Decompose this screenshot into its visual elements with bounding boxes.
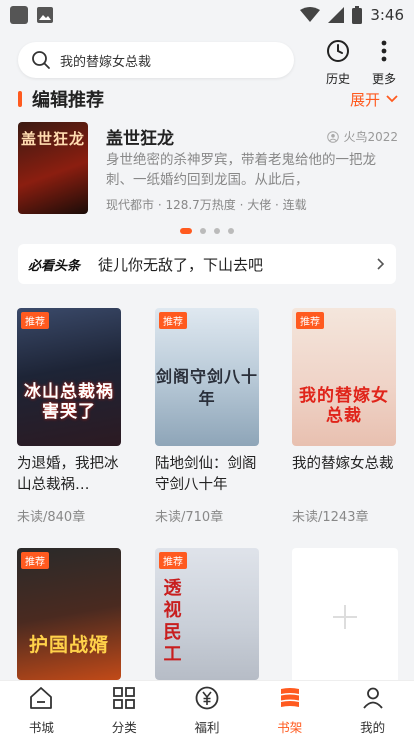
book-title: 为退婚，我把冰山总裁祸… xyxy=(17,456,119,493)
book-progress: 未读/1243章 xyxy=(292,510,369,525)
tab-label: 分类 xyxy=(111,720,137,735)
status-bar: 3:46 xyxy=(0,0,414,30)
battery-icon xyxy=(352,6,363,24)
tab-label: 我的 xyxy=(360,720,386,735)
search-placeholder: 我的替嫁女总裁 xyxy=(60,54,152,70)
history-button[interactable]: 历史 xyxy=(316,38,360,87)
tab-profile[interactable]: 我的 xyxy=(331,681,414,736)
chevron-right-icon xyxy=(377,258,385,270)
headline-text: 徒儿你无敌了，下山去吧 xyxy=(98,255,264,274)
plus-icon xyxy=(333,605,357,629)
more-vertical-icon xyxy=(381,40,387,62)
book-cover[interactable]: 推荐 护国战婿 xyxy=(17,548,121,680)
image-icon xyxy=(37,7,53,23)
tab-categories[interactable]: 分类 xyxy=(83,681,166,736)
featured-meta: 现代都市 · 128.7万热度 · 大佬 · 连载 xyxy=(106,198,307,212)
carousel-dot[interactable] xyxy=(228,228,234,234)
add-book-button[interactable] xyxy=(292,548,398,686)
section-title: 编辑推荐 xyxy=(32,90,104,111)
book-card[interactable]: 推荐 护国战婿 xyxy=(17,548,123,680)
book-title: 我的替嫁女总裁 xyxy=(292,456,394,472)
status-time: 3:46 xyxy=(370,6,404,24)
user-icon xyxy=(327,130,340,143)
tab-label: 福利 xyxy=(194,720,220,735)
book-cover[interactable]: 推荐 我的替嫁女总裁 xyxy=(292,308,396,446)
chevron-down-icon xyxy=(386,95,398,103)
featured-author-name: 火鸟2022 xyxy=(343,130,398,144)
book-cover[interactable]: 推荐 剑阁守剑八十年 xyxy=(155,308,259,446)
recommend-badge: 推荐 xyxy=(21,312,49,329)
expand-button[interactable]: 展开 xyxy=(350,89,398,110)
headline-brand: 必看头条 xyxy=(28,258,81,274)
recommend-badge: 推荐 xyxy=(159,552,187,569)
search-icon xyxy=(32,51,50,69)
signal-icon xyxy=(328,7,345,23)
profile-icon xyxy=(362,687,383,709)
headline-banner[interactable]: 必看头条 徒儿你无敌了，下山去吧 xyxy=(18,244,396,284)
search-bar[interactable]: 我的替嫁女总裁 xyxy=(18,42,294,78)
expand-label: 展开 xyxy=(349,90,380,109)
tab-bookstore[interactable]: 书城 xyxy=(0,681,83,736)
grid-icon xyxy=(113,687,136,709)
more-label: 更多 xyxy=(371,72,396,86)
book-cover[interactable]: 推荐 冰山总裁祸害哭了 xyxy=(17,308,121,446)
book-cover[interactable]: 推荐 透视民工 xyxy=(155,548,259,680)
book-cover-title: 我的替嫁女总裁 xyxy=(299,386,389,426)
featured-cover-title: 盖世狂龙 xyxy=(20,130,85,148)
book-card[interactable]: 推荐 冰山总裁祸害哭了 为退婚，我把冰山总裁祸… 未读/840章 xyxy=(17,308,123,525)
book-card[interactable]: 推荐 透视民工 xyxy=(155,548,261,680)
recommend-badge: 推荐 xyxy=(159,312,187,329)
clock-icon xyxy=(327,40,349,62)
book-title: 陆地剑仙：剑阁守剑八十年 xyxy=(155,456,257,493)
wifi-icon xyxy=(300,7,321,22)
featured-author: 火鸟2022 xyxy=(327,128,398,145)
history-label: 历史 xyxy=(325,72,350,86)
featured-description: 身世绝密的杀神罗宾，带着老鬼给他的一把龙刺、一纸婚约回到龙国。从此后， xyxy=(106,152,376,188)
bookshelf-icon xyxy=(280,688,299,707)
book-progress: 未读/710章 xyxy=(155,510,224,525)
featured-cover[interactable]: 盖世狂龙 xyxy=(18,122,88,214)
notification-icon xyxy=(10,6,28,24)
yen-icon xyxy=(195,686,219,710)
tab-bookshelf[interactable]: 书架 xyxy=(248,681,331,736)
section-header: 编辑推荐 展开 xyxy=(18,86,398,112)
book-cover-title: 冰山总裁祸害哭了 xyxy=(24,382,114,422)
carousel-dot[interactable] xyxy=(180,228,192,234)
tab-rewards[interactable]: 福利 xyxy=(166,681,249,736)
featured-title: 盖世狂龙 xyxy=(106,129,174,149)
book-card[interactable]: 推荐 剑阁守剑八十年 陆地剑仙：剑阁守剑八十年 未读/710章 xyxy=(155,308,261,525)
recommend-badge: 推荐 xyxy=(21,552,49,569)
carousel-dot[interactable] xyxy=(200,228,206,234)
home-icon xyxy=(30,687,53,709)
carousel-dot[interactable] xyxy=(214,228,220,234)
bottom-tab-bar: 书城 分类 福利 书架 我的 xyxy=(0,680,414,736)
book-cover-title: 透视民工 xyxy=(163,578,183,665)
book-progress: 未读/840章 xyxy=(17,510,86,525)
featured-book[interactable]: 盖世狂龙 盖世狂龙 火鸟2022 身世绝密的杀神罗宾，带着老鬼给他的一把龙刺、一… xyxy=(18,122,398,218)
more-button[interactable]: 更多 xyxy=(362,38,406,87)
book-card[interactable]: 推荐 我的替嫁女总裁 我的替嫁女总裁 未读/1243章 xyxy=(292,308,398,525)
section-accent-bar xyxy=(18,91,22,107)
top-bar: 我的替嫁女总裁 历史 更多 xyxy=(0,38,414,86)
book-cover-title: 剑阁守剑八十年 xyxy=(155,367,258,408)
book-cover-title: 护国战婿 xyxy=(28,634,109,656)
carousel-indicator xyxy=(180,228,234,234)
tab-label: 书城 xyxy=(28,720,54,735)
recommend-badge: 推荐 xyxy=(296,312,324,329)
tab-label: 书架 xyxy=(277,720,303,735)
